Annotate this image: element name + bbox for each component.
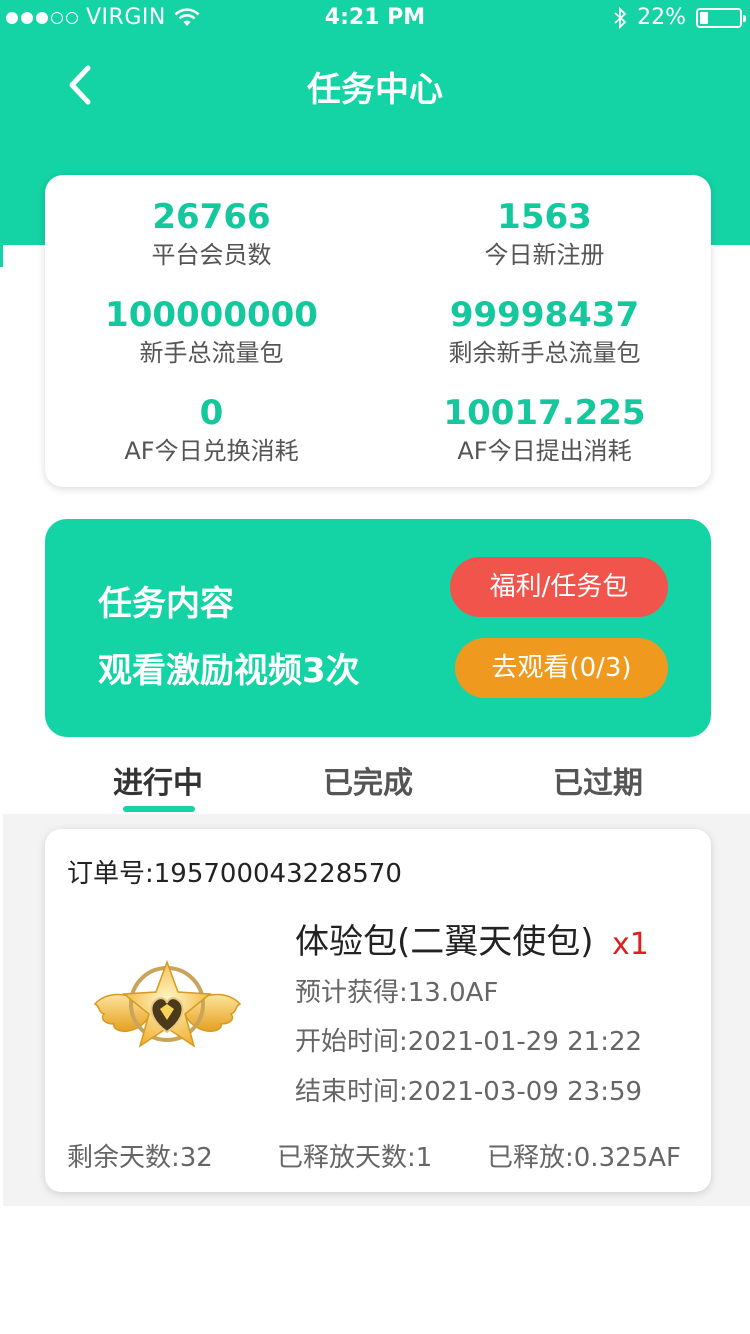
stat-label: 平台会员数: [151, 241, 272, 269]
released-amount: 已释放:0.325AF: [487, 1143, 681, 1173]
watch-video-button[interactable]: 去观看(0/3): [455, 638, 668, 698]
start-time: 开始时间:2021-01-29 21:22: [295, 1027, 643, 1057]
stat-value: 0: [199, 393, 224, 433]
order-number: 订单号:195700043228570: [67, 859, 402, 889]
stat-total-traffic-pack: 100000000 新手总流量包: [45, 293, 378, 369]
stat-label: AF今日提出消耗: [457, 437, 632, 465]
released-days: 已释放天数:1: [277, 1143, 433, 1173]
stat-label: 今日新注册: [484, 241, 605, 269]
task-title: 任务内容: [98, 584, 234, 624]
battery-percent: 22%: [637, 5, 686, 30]
stat-value: 26766: [152, 197, 271, 237]
welfare-task-pack-button[interactable]: 福利/任务包: [450, 557, 668, 617]
angel-wings-package-icon: [93, 959, 242, 1048]
stat-remaining-traffic-pack: 99998437 剩余新手总流量包: [378, 293, 711, 369]
tab-expired[interactable]: 已过期: [553, 758, 643, 802]
stats-card: 26766 平台会员数 1563 今日新注册 100000000 新手总流量包 …: [45, 175, 711, 487]
task-description: 观看激励视频3次: [98, 651, 360, 691]
stat-label: 剩余新手总流量包: [448, 339, 641, 367]
stat-value: 100000000: [105, 295, 318, 335]
expected-earnings: 预计获得:13.0AF: [295, 978, 499, 1008]
header-edge: [0, 245, 3, 267]
end-time: 结束时间:2021-03-09 23:59: [295, 1077, 643, 1107]
stat-label: AF今日兑换消耗: [124, 437, 299, 465]
stat-af-exchange: 0 AF今日兑换消耗: [45, 391, 378, 467]
stat-members: 26766 平台会员数: [45, 195, 378, 271]
page-title: 任务中心: [307, 70, 443, 110]
stat-af-withdraw: 10017.225 AF今日提出消耗: [378, 391, 711, 467]
remaining-days: 剩余天数:32: [67, 1143, 213, 1173]
stat-value: 1563: [497, 197, 592, 237]
product-name: 体验包(二翼天使包): [295, 922, 594, 962]
stat-label: 新手总流量包: [139, 339, 284, 367]
task-card: 任务内容 观看激励视频3次 福利/任务包 去观看(0/3): [45, 519, 711, 737]
status-right: 22%: [613, 5, 746, 30]
tab-in-progress[interactable]: 进行中: [113, 758, 203, 802]
order-card[interactable]: 订单号:195700043228570 体验包(二翼天使包) x1 预计获得:1…: [45, 829, 711, 1192]
bluetooth-icon: [614, 6, 627, 29]
battery-icon: [696, 7, 746, 28]
tab-completed[interactable]: 已完成: [323, 758, 413, 802]
stat-value: 99998437: [449, 295, 640, 335]
order-tabs: 进行中 已完成 已过期: [0, 758, 750, 814]
product-quantity: x1: [612, 927, 649, 962]
stat-new-registrations: 1563 今日新注册: [378, 195, 711, 271]
status-bar: VIRGIN 4:21 PM 22%: [0, 0, 750, 36]
active-tab-indicator: [123, 806, 195, 812]
stat-value: 10017.225: [443, 393, 646, 433]
